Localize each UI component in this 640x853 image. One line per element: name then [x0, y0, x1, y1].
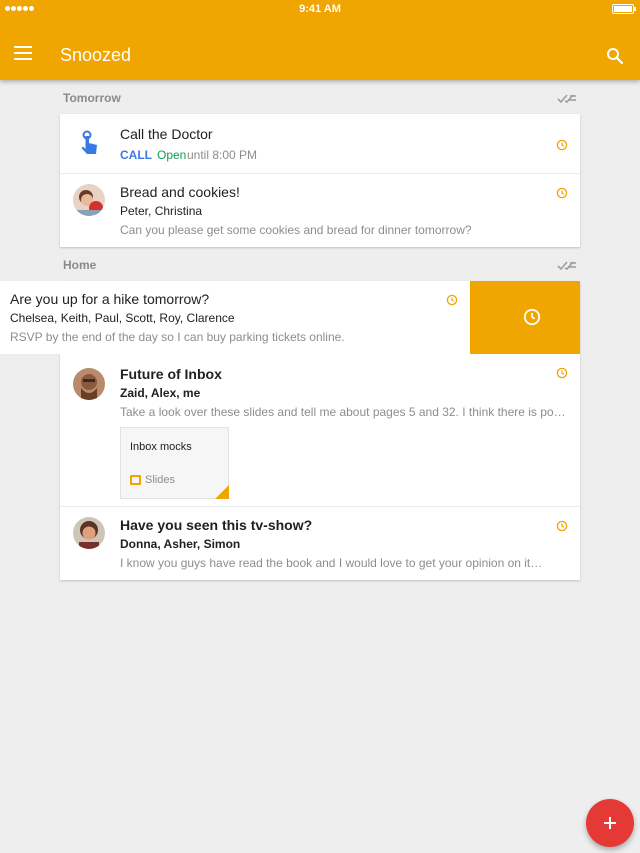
open-status: Open	[157, 148, 187, 162]
attachment-card[interactable]: Inbox mocks Slides	[120, 427, 229, 499]
item-senders: Zaid, Alex, me	[120, 386, 201, 400]
list-item[interactable]: Call the Doctor CALL Open until 8:00 PM	[60, 114, 580, 174]
item-subject: Are you up for a hike tomorrow?	[10, 291, 210, 307]
avatar	[73, 184, 105, 216]
tomorrow-card: Call the Doctor CALL Open until 8:00 PM …	[60, 114, 580, 247]
item-senders: Chelsea, Keith, Paul, Scott, Roy, Claren…	[10, 311, 235, 325]
compose-fab-plus-icon[interactable]	[586, 799, 634, 847]
touch-hand-icon	[73, 127, 105, 159]
clock-icon	[556, 519, 568, 532]
item-snippet: I know you guys have read the book and I…	[120, 556, 543, 570]
hamburger-menu-icon[interactable]	[14, 46, 34, 64]
call-link[interactable]: CALL	[120, 148, 152, 162]
slides-icon	[130, 475, 141, 485]
item-snippet: Can you please get some cookies and brea…	[120, 223, 472, 237]
snooze-clock-icon	[523, 308, 541, 331]
swiped-row: Are you up for a hike tomorrow? Chelsea,…	[0, 281, 580, 354]
app-bar: 9:41 AM Snoozed	[0, 0, 640, 80]
clock-icon	[556, 138, 568, 151]
search-icon[interactable]	[606, 47, 624, 65]
mark-done-icon[interactable]	[557, 91, 577, 105]
clock-icon	[556, 366, 568, 379]
list-item[interactable]: Have you seen this tv-show? Donna, Asher…	[60, 507, 580, 580]
clock-icon	[446, 293, 458, 306]
list-item[interactable]: Bread and cookies! Peter, Christina Can …	[60, 174, 580, 247]
item-subject: Bread and cookies!	[120, 184, 240, 200]
status-bar: 9:41 AM	[0, 0, 640, 18]
list-item[interactable]: Future of Inbox Zaid, Alex, me Take a lo…	[60, 354, 580, 507]
snooze-swipe-action[interactable]	[470, 281, 580, 354]
section-header-tomorrow: Tomorrow	[60, 86, 580, 110]
status-time: 9:41 AM	[299, 3, 341, 15]
section-label: Tomorrow	[63, 91, 121, 105]
item-snippet: RSVP by the end of the day so I can buy …	[10, 330, 345, 344]
clock-icon	[556, 186, 568, 199]
item-senders: Donna, Asher, Simon	[120, 537, 241, 551]
attachment-name: Inbox mocks	[130, 441, 192, 453]
item-snippet: Take a look over these slides and tell m…	[120, 405, 566, 419]
corner-fold-icon	[215, 485, 229, 499]
section-header-home: Home	[60, 253, 580, 277]
attachment-type: Slides	[145, 474, 175, 486]
item-subject: Have you seen this tv-show?	[120, 517, 313, 533]
avatar	[73, 368, 105, 400]
battery-icon	[612, 4, 636, 14]
item-subject: Future of Inbox	[120, 366, 222, 382]
page-title: Snoozed	[60, 45, 132, 65]
mark-done-icon[interactable]	[557, 258, 577, 272]
open-hours: until 8:00 PM	[187, 148, 258, 162]
swiped-list-item[interactable]: Are you up for a hike tomorrow? Chelsea,…	[0, 281, 470, 354]
section-label: Home	[63, 258, 97, 272]
item-senders: Peter, Christina	[120, 204, 203, 218]
item-subject: Call the Doctor	[120, 126, 213, 142]
avatar	[73, 517, 105, 549]
